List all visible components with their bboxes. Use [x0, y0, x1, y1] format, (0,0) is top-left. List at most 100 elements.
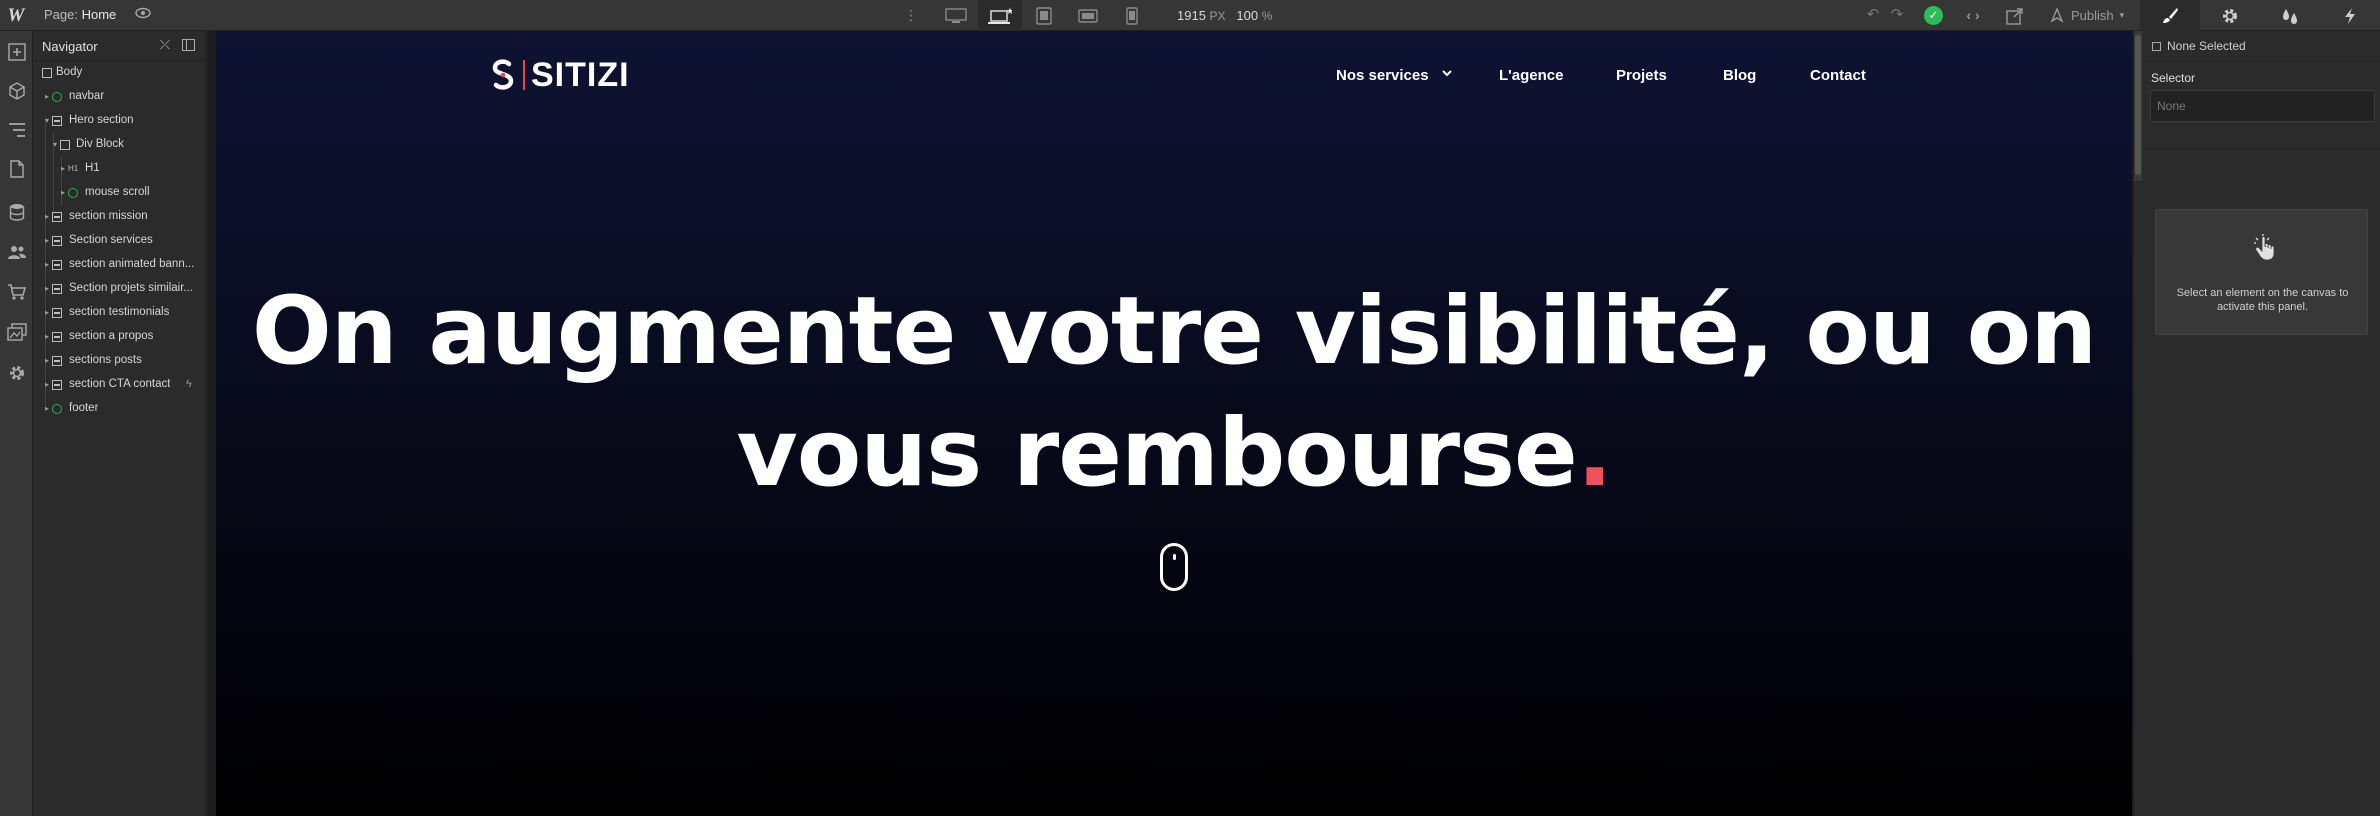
empty-state-message: Select an element on the canvas to activ… [2176, 287, 2349, 313]
site-nav-services[interactable]: Nos services [1336, 67, 1429, 84]
tablet-icon [1036, 6, 1052, 25]
interaction-bolt-icon: ϟ [186, 378, 192, 390]
caret-right-icon[interactable]: ▸ [43, 211, 51, 223]
hero-line-2: vous rembourse [736, 399, 1577, 508]
tab-style[interactable] [2140, 0, 2200, 31]
section-icon [52, 332, 62, 342]
undo-icon[interactable]: ↶ [1864, 6, 1882, 24]
caret-right-icon[interactable]: ▸ [43, 403, 51, 415]
caret-right-icon[interactable]: ▸ [43, 331, 51, 343]
width-unit: PX [1209, 9, 1226, 23]
tree-item-sections-posts[interactable]: ▸ sections posts [34, 349, 206, 373]
dock-panel-icon[interactable] [182, 39, 195, 51]
page-selector[interactable]: Page: Home [44, 7, 116, 22]
tree-item-h1[interactable]: ▸ H1 H1 [34, 157, 206, 181]
drops-icon [2283, 8, 2297, 24]
users-icon[interactable] [6, 241, 27, 262]
collapse-icon[interactable]: ⤫ [157, 37, 173, 53]
components-icon[interactable] [6, 80, 27, 101]
caret-right-icon[interactable]: ▸ [59, 187, 67, 199]
tree-item-div-block[interactable]: ▾ Div Block [34, 133, 206, 157]
divider [2142, 148, 2380, 149]
tab-settings[interactable] [2200, 0, 2260, 31]
pages-icon[interactable] [6, 158, 27, 179]
ecommerce-icon[interactable] [6, 281, 27, 302]
app-logo[interactable]: W [4, 4, 28, 28]
scrollbar-thumb[interactable] [2135, 35, 2141, 175]
section-icon [52, 236, 62, 246]
site-logo[interactable]: SITIZI [489, 55, 630, 95]
eye-icon[interactable] [134, 6, 152, 24]
breakpoint-mobile-landscape[interactable] [1066, 0, 1110, 31]
caret-right-icon[interactable]: ▸ [43, 379, 51, 391]
page-name: Home [81, 7, 117, 22]
check-icon[interactable]: ✓ [1924, 6, 1943, 25]
code-icon[interactable]: ‹ › [1962, 5, 1984, 25]
site-nav-projets[interactable]: Projets [1616, 67, 1667, 84]
hero-heading[interactable]: On augmente votre visibilité, ou on vous… [216, 271, 2132, 515]
symbol-icon [52, 404, 62, 414]
export-icon[interactable] [2005, 6, 2025, 26]
section-icon [52, 308, 62, 318]
site-nav-contact[interactable]: Contact [1810, 67, 1866, 84]
caret-down-icon[interactable]: ▾ [43, 115, 51, 127]
desktop-icon [945, 7, 967, 23]
publish-button[interactable]: Publish ▾ [2043, 0, 2130, 31]
redo-icon[interactable]: ↷ [1888, 6, 1906, 24]
breakpoint-tablet[interactable] [1022, 0, 1066, 31]
panel-scrollbar[interactable] [2134, 31, 2142, 181]
caret-right-icon[interactable]: ▸ [43, 91, 51, 103]
tree-item-navbar[interactable]: ▸ navbar [34, 85, 206, 109]
heading-icon: H1 [68, 164, 79, 173]
caret-down-icon[interactable]: ▾ [51, 139, 59, 151]
breakpoint-desktop[interactable] [934, 0, 978, 31]
breakpoint-mobile-portrait[interactable] [1110, 0, 1154, 31]
caret-right-icon[interactable]: ▸ [43, 283, 51, 295]
left-toolbar [0, 31, 33, 816]
brush-icon [2163, 7, 2178, 23]
navigator-header: Navigator ⤫ [34, 31, 205, 61]
chevron-down-icon[interactable] [1440, 66, 1454, 80]
canvas-dimensions[interactable]: 1915 PX 100 % [1177, 8, 1272, 23]
chevron-down-icon: ▾ [2119, 10, 2125, 20]
navigator-icon[interactable] [6, 119, 27, 140]
page-canvas[interactable]: SITIZI Nos services L'agence Projets Blo… [216, 31, 2132, 816]
checkbox-icon [2152, 41, 2161, 51]
tree-item-section-a-propos[interactable]: ▸ section a propos [34, 325, 206, 349]
tree-item-section-cta-contact[interactable]: ▸ section CTA contact ϟ [34, 373, 206, 397]
caret-right-icon[interactable]: ▸ [43, 355, 51, 367]
caret-right-icon[interactable]: ▸ [43, 235, 51, 247]
selector-input[interactable]: None [2150, 90, 2375, 122]
settings-icon[interactable] [6, 362, 27, 383]
tree-item-section-mission[interactable]: ▸ section mission [34, 205, 206, 229]
tab-interactions[interactable] [2320, 0, 2380, 31]
top-bar: W Page: Home ⋮ ★ 1915 PX 100 % ↶ ↷ ✓ ‹ ›… [0, 0, 2380, 31]
style-panel: None Selected Selector None Select an el… [2133, 31, 2380, 816]
tree-item-body[interactable]: Body [34, 61, 206, 85]
site-nav-blog[interactable]: Blog [1723, 67, 1756, 84]
canvas-area[interactable]: SITIZI Nos services L'agence Projets Blo… [207, 31, 2133, 816]
add-icon[interactable] [6, 41, 27, 62]
mobile-portrait-icon [1126, 6, 1138, 25]
tree-item-section-testimonials[interactable]: ▸ section testimonials [34, 301, 206, 325]
hero-accent-dot: . [1576, 399, 1613, 508]
tree-item-footer[interactable]: ▸ footer [34, 397, 206, 421]
cms-icon[interactable] [6, 201, 27, 222]
section-icon [52, 284, 62, 294]
tab-interactions-drops[interactable] [2260, 0, 2320, 31]
kebab-icon[interactable]: ⋮ [904, 6, 918, 24]
tree-item-section-animated-banner[interactable]: ▸ section animated bann... [34, 253, 206, 277]
tree-item-section-projets-similaires[interactable]: ▸ Section projets similair... [34, 277, 206, 301]
caret-right-icon[interactable]: ▸ [43, 259, 51, 271]
breakpoint-base[interactable]: ★ [978, 0, 1022, 31]
section-icon [52, 260, 62, 270]
mouse-scroll-icon[interactable] [1160, 543, 1188, 591]
tree-item-mouse-scroll[interactable]: ▸ mouse scroll [34, 181, 206, 205]
caret-right-icon[interactable]: ▸ [43, 307, 51, 319]
assets-icon[interactable] [6, 321, 27, 342]
caret-right-icon[interactable]: ▸ [59, 163, 67, 175]
site-nav-agence[interactable]: L'agence [1499, 67, 1563, 84]
tree-item-hero-section[interactable]: ▾ Hero section [34, 109, 206, 133]
tree-item-section-services[interactable]: ▸ Section services [34, 229, 206, 253]
svg-text:★: ★ [1006, 7, 1012, 17]
